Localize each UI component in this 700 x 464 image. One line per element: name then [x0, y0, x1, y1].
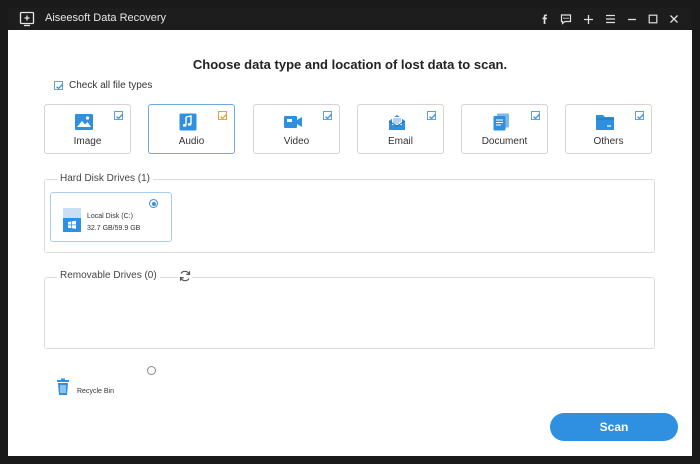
file-type-label: Audio — [178, 136, 205, 147]
file-type-image[interactable]: Image — [44, 104, 131, 154]
windows-drive-icon — [62, 207, 82, 233]
recycle-bin-label: Recycle Bin — [77, 388, 114, 395]
recycle-bin-icon[interactable] — [56, 378, 70, 396]
file-type-video[interactable]: Video — [253, 104, 340, 154]
minimize-icon[interactable] — [624, 11, 640, 27]
refresh-icon[interactable] — [178, 269, 192, 283]
file-type-label: Others — [593, 136, 624, 147]
file-type-document[interactable]: Document — [461, 104, 548, 154]
document-checkbox[interactable] — [531, 111, 540, 120]
check-all-checkbox[interactable] — [54, 81, 63, 90]
others-folder-icon — [595, 113, 615, 131]
app-window: Aiseesoft Data Recovery Choose data type… — [8, 8, 692, 456]
removable-drives-section — [44, 277, 655, 349]
check-all-file-types[interactable]: Check all file types — [54, 80, 152, 91]
image-checkbox[interactable] — [114, 111, 123, 120]
audio-icon — [178, 113, 198, 131]
removable-drives-title: Removable Drives (0) — [57, 270, 160, 281]
check-all-label: Check all file types — [69, 80, 153, 91]
plus-icon[interactable] — [580, 11, 596, 27]
drive-local-disk-c[interactable]: Local Disk (C:) 32.7 GB/59.9 GB — [50, 192, 172, 242]
facebook-icon[interactable] — [537, 11, 553, 27]
video-icon — [283, 113, 303, 131]
maximize-icon[interactable] — [645, 11, 661, 27]
image-icon — [74, 113, 94, 131]
window-title: Aiseesoft Data Recovery — [45, 12, 167, 24]
recycle-bin-radio[interactable] — [147, 366, 156, 375]
video-checkbox[interactable] — [323, 111, 332, 120]
file-type-label: Email — [387, 136, 413, 147]
close-icon[interactable] — [666, 11, 682, 27]
audio-checkbox[interactable] — [218, 111, 227, 120]
drive-size: 32.7 GB/59.9 GB — [87, 225, 141, 232]
chat-icon[interactable] — [558, 11, 574, 27]
scan-button[interactable]: Scan — [550, 413, 678, 441]
file-type-label: Image — [73, 136, 102, 147]
file-type-label: Video — [283, 136, 310, 147]
document-icon — [491, 113, 511, 131]
file-type-audio[interactable]: Audio — [148, 104, 235, 154]
drive-radio[interactable] — [149, 199, 158, 208]
page-heading: Choose data type and location of lost da… — [192, 57, 508, 72]
file-type-email[interactable]: Email — [357, 104, 444, 154]
others-checkbox[interactable] — [635, 111, 644, 120]
email-checkbox[interactable] — [427, 111, 436, 120]
email-icon — [387, 113, 407, 131]
file-type-others[interactable]: Others — [565, 104, 652, 154]
file-type-label: Document — [481, 136, 528, 147]
title-bar: Aiseesoft Data Recovery — [8, 8, 692, 30]
app-logo-icon — [19, 11, 35, 27]
menu-icon[interactable] — [602, 11, 618, 27]
hard-disk-title: Hard Disk Drives (1) — [57, 173, 154, 184]
drive-name: Local Disk (C:) — [87, 213, 133, 220]
